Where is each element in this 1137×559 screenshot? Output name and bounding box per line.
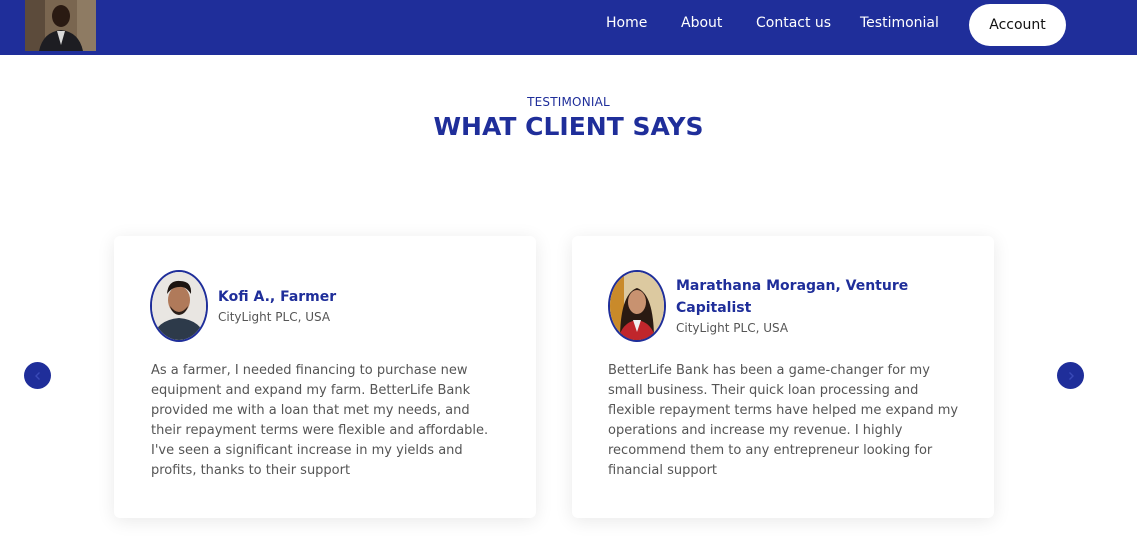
client-name: Kofi A., Farmer [218,289,337,305]
client-company: CityLight PLC, USA [676,321,789,335]
account-button[interactable]: Account [969,4,1066,46]
top-navbar: Home About Contact us Testimonial Accoun… [0,0,1137,55]
nav-contact-us[interactable]: Contact us [756,15,831,31]
nav-about[interactable]: About [681,15,722,31]
chevron-left-icon [33,371,43,381]
section-title: WHAT CLIENT SAYS [433,112,704,141]
chevron-right-icon [1066,371,1076,381]
testimonial-text: As a farmer, I needed financing to purch… [151,363,489,478]
carousel-next-button[interactable] [1057,362,1084,389]
testimonial-text: BetterLife Bank has been a game-changer … [608,363,959,478]
testimonial-card: Marathana Moragan, Venture Capitalist Ci… [572,236,994,518]
client-company: CityLight PLC, USA [218,310,331,324]
logo-photo[interactable] [25,0,96,51]
section-eyebrow: TESTIMONIAL [527,95,610,109]
testimonial-card: Kofi A., Farmer CityLight PLC, USA As a … [114,236,536,518]
avatar [150,270,208,342]
nav-home[interactable]: Home [606,15,647,31]
carousel-prev-button[interactable] [24,362,51,389]
nav-testimonial[interactable]: Testimonial [860,15,939,31]
avatar [608,270,666,342]
client-name: Marathana Moragan, Venture Capitalist [676,278,909,316]
